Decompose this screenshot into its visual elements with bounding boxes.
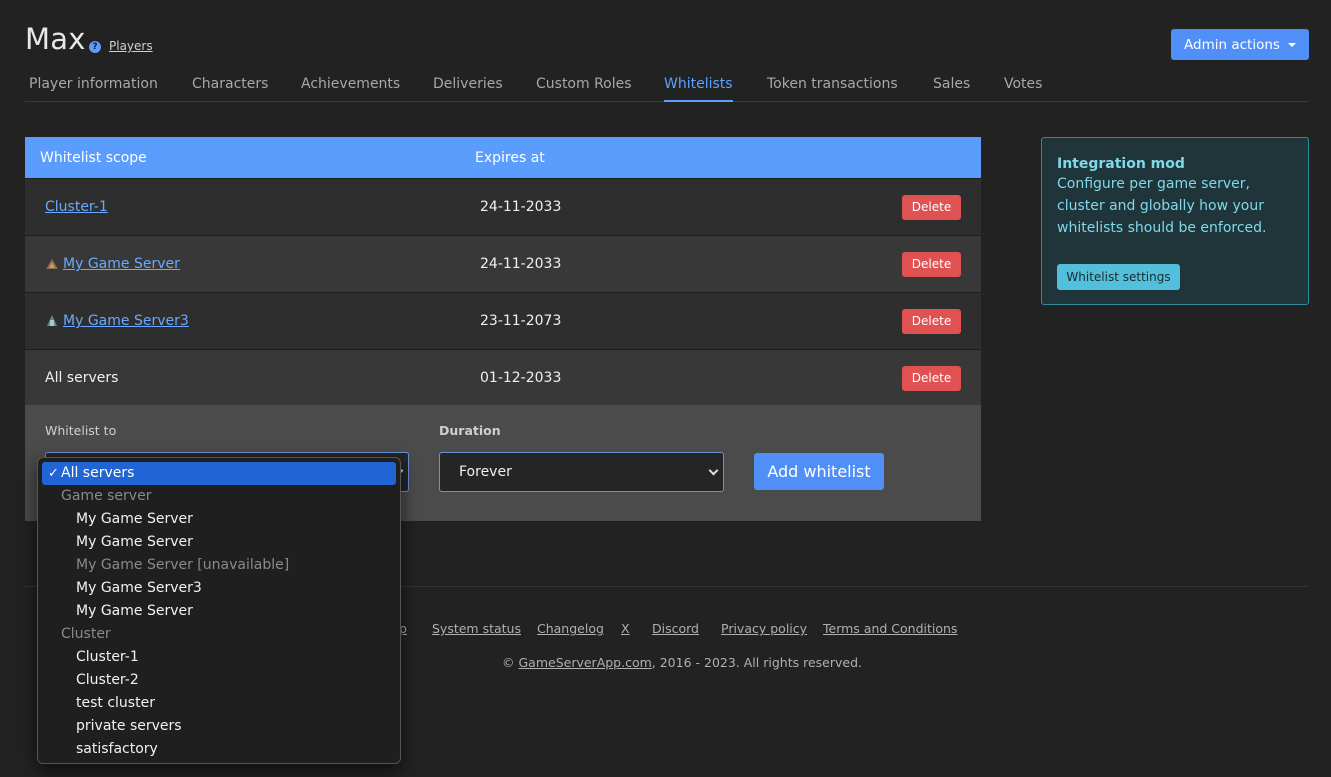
delete-button[interactable]: Delete <box>902 251 961 277</box>
dropdown-option[interactable]: Cluster-1 <box>38 646 400 669</box>
players-link[interactable]: Players <box>109 39 153 53</box>
tab-token-transactions[interactable]: Token transactions <box>767 76 898 102</box>
whitelist-to-dropdown: ✓ All servers Game server My Game Server… <box>37 457 401 764</box>
scope-text: All servers <box>45 370 119 386</box>
add-whitelist-button[interactable]: Add whitelist <box>754 453 884 490</box>
player-tabs: Player information Characters Achievemen… <box>25 76 1309 102</box>
dropdown-option[interactable]: test cluster <box>38 692 400 715</box>
tab-sales[interactable]: Sales <box>933 76 970 102</box>
dropdown-option[interactable]: My Game Server <box>38 531 400 554</box>
delete-button[interactable]: Delete <box>902 365 961 391</box>
table-row: All servers 01-12-2033 Delete <box>25 349 981 406</box>
table-header: Whitelist scope Expires at <box>25 137 981 178</box>
scope-link[interactable]: My Game Server3 <box>63 313 189 329</box>
duration-label: Duration <box>439 423 501 438</box>
footer-link-privacy[interactable]: Privacy policy <box>721 621 807 636</box>
tab-achievements[interactable]: Achievements <box>301 76 400 102</box>
delete-button[interactable]: Delete <box>902 194 961 220</box>
duration-select[interactable]: Forever <box>439 452 724 492</box>
integration-title: Integration mod <box>1057 156 1185 172</box>
chevron-down-icon <box>708 465 719 476</box>
dropdown-group-label: Game server <box>61 488 152 504</box>
dropdown-option-selected[interactable]: ✓ All servers <box>42 462 396 485</box>
footer-link-discord[interactable]: Discord <box>652 621 699 636</box>
player-name: Max <box>25 22 86 56</box>
dropdown-option-disabled: My Game Server [unavailable] <box>76 557 290 573</box>
scope-link[interactable]: My Game Server <box>63 256 180 272</box>
tab-whitelists[interactable]: Whitelists <box>664 76 733 102</box>
integration-text: Configure per game server, cluster and g… <box>1057 176 1267 236</box>
footer-link-x[interactable]: X <box>621 621 630 636</box>
column-header-expires: Expires at <box>475 149 545 166</box>
tab-deliveries[interactable]: Deliveries <box>433 76 503 102</box>
expires-value: 23-11-2073 <box>480 313 562 329</box>
integration-mod-panel: Integration mod Configure per game serve… <box>1041 137 1309 305</box>
tab-votes[interactable]: Votes <box>1004 76 1042 102</box>
dropdown-option[interactable]: My Game Server3 <box>38 577 400 600</box>
whitelist-to-label: Whitelist to <box>45 423 117 438</box>
tab-characters[interactable]: Characters <box>192 76 268 102</box>
dropdown-option[interactable]: Cluster-2 <box>38 669 400 692</box>
scope-link[interactable]: Cluster-1 <box>45 199 108 215</box>
game-server-icon <box>46 259 58 269</box>
expires-value: 24-11-2033 <box>480 256 562 272</box>
tab-player-information[interactable]: Player information <box>29 76 158 102</box>
whitelist-settings-button[interactable]: Whitelist settings <box>1057 264 1180 290</box>
admin-actions-button[interactable]: Admin actions <box>1171 29 1309 60</box>
table-row: My Game Server 24-11-2033 Delete <box>25 235 981 292</box>
footer-link-system-status[interactable]: System status <box>432 621 521 636</box>
copyright-site-link[interactable]: GameServerApp.com <box>518 655 651 670</box>
delete-button[interactable]: Delete <box>902 308 961 334</box>
table-row: Cluster-1 24-11-2033 Delete <box>25 178 981 235</box>
duration-value: Forever <box>459 464 512 480</box>
caret-down-icon <box>1287 42 1296 47</box>
dropdown-group-label: Cluster <box>61 626 111 642</box>
dropdown-option[interactable]: My Game Server <box>38 508 400 531</box>
dropdown-option[interactable]: private servers <box>38 715 400 738</box>
tab-custom-roles[interactable]: Custom Roles <box>536 76 632 102</box>
dropdown-option[interactable]: satisfactory <box>38 738 400 761</box>
whitelist-table: Whitelist scope Expires at Cluster-1 24-… <box>25 137 981 406</box>
checkmark-icon: ✓ <box>48 466 59 481</box>
copyright: © GameServerApp.com, 2016 - 2023. All ri… <box>502 655 862 670</box>
help-icon[interactable]: ? <box>89 41 101 53</box>
game-server-icon <box>47 315 57 326</box>
table-row: My Game Server3 23-11-2073 Delete <box>25 292 981 349</box>
dropdown-option[interactable]: My Game Server <box>38 600 400 623</box>
expires-value: 01-12-2033 <box>480 370 562 386</box>
footer-link-terms[interactable]: Terms and Conditions <box>823 621 957 636</box>
footer-link-changelog[interactable]: Changelog <box>537 621 604 636</box>
expires-value: 24-11-2033 <box>480 199 562 215</box>
admin-actions-label: Admin actions <box>1184 36 1280 53</box>
column-header-scope: Whitelist scope <box>40 149 147 166</box>
